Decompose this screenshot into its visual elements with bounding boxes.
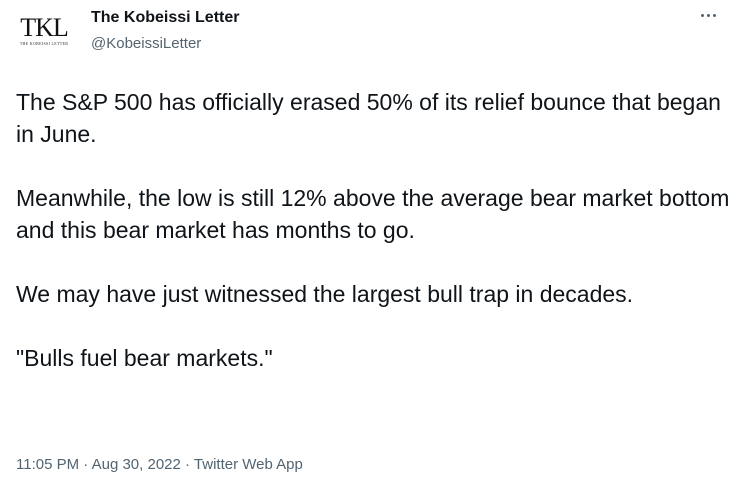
tweet-paragraph: We may have just witnessed the largest b… [16,281,634,307]
more-options-icon[interactable] [697,6,719,24]
tweet-time-link[interactable]: 11:05 PM [16,456,79,473]
tweet-source-link[interactable]: Twitter Web App [194,456,303,473]
tweet-text: The S&P 500 has officially erased 50% of… [16,86,731,374]
tweet-paragraph: "Bulls fuel bear markets." [16,345,273,371]
meta-separator: · [79,456,92,473]
author-handle[interactable]: @KobeissiLetter [91,34,201,54]
tweet-paragraph: Meanwhile, the low is still 12% above th… [16,185,730,243]
tweet-meta: 11:05 PM · Aug 30, 2022 · Twitter Web Ap… [16,455,303,475]
dot [712,13,716,17]
dot [700,13,704,17]
meta-separator: · [180,456,194,473]
tweet-paragraph: The S&P 500 has officially erased 50% of… [16,89,721,147]
avatar-logo-subtext: THE KOBEISSI LETTER [19,40,69,46]
tweet: TKL THE KOBEISSI LETTER The Kobeissi Let… [0,0,741,493]
author-name[interactable]: The Kobeissi Letter [91,8,239,28]
avatar-logo-text: TKL [20,12,69,42]
avatar[interactable]: TKL THE KOBEISSI LETTER [12,8,76,52]
tweet-date-link[interactable]: Aug 30, 2022 [92,456,181,473]
dot [706,13,710,17]
